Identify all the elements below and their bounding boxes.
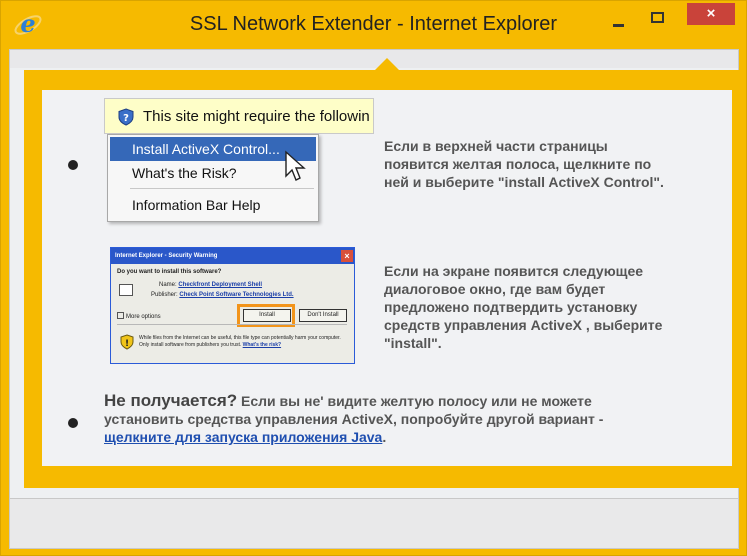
step2-line-2: диалоговое окно, где вам будет	[384, 281, 606, 297]
step1-line-2: появится желтая полоса, щелкните по	[384, 156, 652, 172]
step3-line-1: Не получается? Если вы не' видите желтую…	[104, 392, 724, 410]
step2-instruction: Если на экране появится следующее диалог…	[384, 262, 736, 352]
dialog-name-label: Name:	[159, 282, 177, 288]
window-title: SSL Network Extender - Internet Explorer	[189, 13, 558, 35]
bullet-step1	[68, 160, 78, 170]
step3-text-1: Если вы не' видите желтую полосу или не …	[237, 393, 592, 409]
maximize-icon	[651, 12, 664, 23]
dialog-dont-install-button: Don't Install	[299, 309, 347, 322]
step3-instruction: Не получается? Если вы не' видите желтую…	[104, 392, 724, 446]
step3-tail: .	[382, 429, 387, 445]
security-warning-dialog-screenshot: Internet Explorer - Security Warning × D…	[110, 247, 355, 364]
warning-shield-icon: !	[120, 334, 134, 350]
mouse-pointer-icon	[285, 150, 306, 181]
dialog-warning-text: While files from the Internet can be use…	[139, 335, 351, 349]
minimize-button[interactable]	[605, 7, 631, 33]
status-bar	[10, 498, 738, 548]
svg-text:!: !	[125, 339, 129, 349]
step3-text-2: установить средства управления ActiveX, …	[104, 411, 604, 427]
title-bar: e SSL Network Extender - Internet Explor…	[1, 1, 746, 49]
dialog-question: Do you want to install this software?	[117, 269, 222, 275]
menu-item-info-bar-help[interactable]: Information Bar Help	[110, 193, 316, 217]
step3-lead: Не получается?	[104, 391, 238, 410]
step2-line-4: средств управления ActiveX , выберите	[384, 317, 663, 333]
step1-line-1: Если в верхней части страницы	[384, 138, 608, 154]
menu-separator	[130, 188, 314, 189]
step1-instruction: Если в верхней части страницы появится ж…	[384, 137, 734, 191]
dialog-close-icon: ×	[341, 250, 353, 262]
close-icon: ×	[706, 5, 716, 22]
content-top-strip	[10, 50, 738, 68]
dialog-name-value: Checkfront Deployment Shell	[178, 282, 263, 288]
dialog-publisher-value: Check Point Software Technologies Ltd.	[179, 292, 294, 298]
bullet-step3	[68, 418, 78, 428]
dialog-warning-body: While files from the Internet can be use…	[139, 335, 341, 348]
dialog-title: Internet Explorer - Security Warning	[111, 248, 354, 264]
close-button[interactable]: ×	[687, 3, 735, 25]
step1-line-3: ней и выберите "install ActiveX Control"…	[384, 174, 664, 190]
step2-line-1: Если на экране появится следующее	[384, 263, 644, 279]
dialog-more-options: More options	[117, 312, 161, 320]
svg-text:?: ?	[123, 113, 129, 124]
dialog-more-options-label: More options	[126, 314, 161, 320]
shield-question-icon: ?	[118, 108, 134, 126]
minimize-icon	[613, 24, 624, 27]
info-bar-text: This site might require the followin	[143, 108, 370, 125]
expand-icon	[117, 312, 124, 319]
dialog-separator	[117, 324, 347, 325]
info-bar-screenshot: ? This site might require the followin	[104, 98, 374, 134]
dialog-publisher-row: Publisher: Check Point Software Technolo…	[151, 292, 294, 298]
panel-pointer	[375, 58, 399, 70]
dialog-publisher-label: Publisher:	[151, 292, 178, 298]
dialog-app-icon	[119, 284, 133, 296]
step2-line-5: "install".	[384, 335, 442, 351]
maximize-button[interactable]	[645, 7, 671, 33]
step3-line-3: щелкните для запуска приложения Java.	[104, 428, 724, 446]
step2-line-3: предложено подтвердить установку	[384, 299, 638, 315]
java-launch-link[interactable]: щелкните для запуска приложения Java	[104, 429, 382, 445]
dialog-risk-link: What's the risk?	[242, 342, 282, 348]
dialog-name-row: Name: Checkfront Deployment Shell	[159, 282, 262, 288]
